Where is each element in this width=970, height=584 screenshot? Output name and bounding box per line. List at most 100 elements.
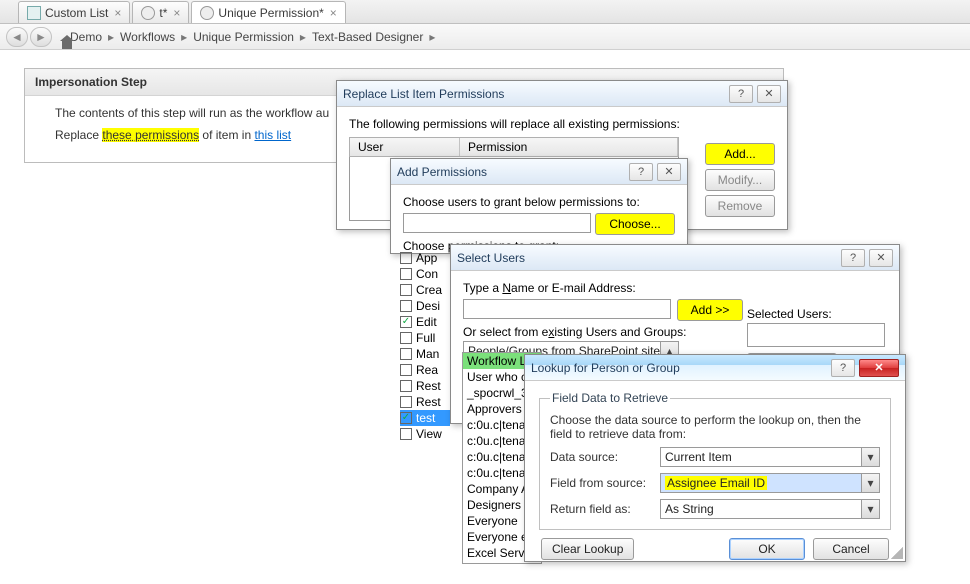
close-icon[interactable]: × — [330, 6, 337, 20]
list-link[interactable]: this list — [254, 128, 291, 142]
dialog-titlebar[interactable]: Lookup for Person or Group ? ✕ — [525, 355, 905, 381]
remove-button[interactable]: Remove — [705, 195, 775, 217]
field-from-source-label: Field from source: — [550, 476, 660, 490]
nav-forward-button[interactable]: ► — [30, 27, 52, 47]
help-button[interactable]: ? — [629, 163, 653, 181]
checkbox-icon — [400, 364, 412, 376]
field-from-source-combo[interactable]: Assignee Email ID ▾ — [660, 473, 880, 493]
combo-value: Current Item — [665, 450, 732, 464]
checkbox-icon — [400, 332, 412, 344]
type-name-label: Type a Name or E-mail Address: — [463, 281, 887, 295]
chevron-right-icon: ▸ — [427, 30, 437, 44]
dialog-title: Replace List Item Permissions — [343, 87, 504, 101]
permission-checkbox-row[interactable]: Desi — [400, 298, 450, 314]
users-field[interactable] — [403, 213, 591, 233]
checkbox-icon — [400, 348, 412, 360]
chevron-down-icon: ▾ — [861, 500, 879, 518]
permission-checkbox-row[interactable]: App — [400, 250, 450, 266]
document-tab-custom-list[interactable]: Custom List × — [18, 1, 130, 23]
permission-label: Edit — [416, 315, 437, 329]
dialog-titlebar[interactable]: Replace List Item Permissions ? ✕ — [337, 81, 787, 107]
help-button[interactable]: ? — [841, 249, 865, 267]
lookup-person-group-dialog: Lookup for Person or Group ? ✕ Field Dat… — [524, 354, 906, 562]
chevron-right-icon: ▸ — [106, 30, 116, 44]
permissions-link[interactable]: these permissions — [102, 128, 199, 142]
choose-users-label: Choose users to grant below permissions … — [403, 195, 675, 209]
permission-checkbox-row[interactable]: Con — [400, 266, 450, 282]
choose-button[interactable]: Choose... — [595, 213, 675, 235]
checkbox-icon: ✓ — [400, 316, 412, 328]
permission-checkbox-row[interactable]: Rest — [400, 394, 450, 410]
close-icon[interactable]: × — [114, 6, 121, 20]
modify-button[interactable]: Modify... — [705, 169, 775, 191]
permission-checkbox-row[interactable]: ✓test — [400, 410, 450, 426]
permission-checkbox-row[interactable]: Rest — [400, 378, 450, 394]
permission-label: Rest — [416, 395, 441, 409]
chevron-right-icon: ▸ — [298, 30, 308, 44]
text: ame or E-mail Address: — [511, 281, 636, 295]
name-or-email-field[interactable] — [463, 299, 671, 319]
close-button[interactable]: ✕ — [869, 249, 893, 267]
combo-value: Assignee Email ID — [665, 476, 767, 490]
col-user: User — [350, 138, 460, 156]
checkbox-icon — [400, 428, 412, 440]
text: Or select from e — [463, 325, 548, 339]
selected-users-listbox[interactable] — [747, 323, 885, 347]
permission-label: Desi — [416, 299, 440, 313]
tab-label: Unique Permission — [218, 6, 319, 20]
help-button[interactable]: ? — [831, 359, 855, 377]
text: Replace — [55, 128, 102, 142]
selected-users-label: Selected Users: — [747, 307, 885, 321]
add-button[interactable]: Add... — [705, 143, 775, 165]
document-tab-t[interactable]: t * × — [132, 1, 189, 23]
permission-checkbox-row[interactable]: Rea — [400, 362, 450, 378]
fieldset-legend: Field Data to Retrieve — [550, 391, 670, 405]
permission-checkbox-row[interactable]: View — [400, 426, 450, 442]
add-permissions-dialog: Add Permissions ? ✕ Choose users to gran… — [390, 158, 688, 254]
breadcrumb-seg[interactable]: Unique Permission — [189, 30, 298, 44]
data-source-combo[interactable]: Current Item ▾ — [660, 447, 880, 467]
checkbox-icon — [400, 300, 412, 312]
checkbox-icon: ✓ — [400, 412, 412, 424]
chevron-right-icon: ▸ — [179, 30, 189, 44]
gear-icon — [141, 6, 155, 20]
permission-checkbox-row[interactable]: Full — [400, 330, 450, 346]
permission-label: Con — [416, 267, 438, 281]
ok-button[interactable]: OK — [729, 538, 805, 560]
clear-lookup-button[interactable]: Clear Lookup — [541, 538, 634, 560]
close-button[interactable]: ✕ — [757, 85, 781, 103]
checkbox-icon — [400, 268, 412, 280]
breadcrumb-seg[interactable]: Workflows — [116, 30, 179, 44]
permission-checkbox-row[interactable]: Crea — [400, 282, 450, 298]
breadcrumb-bar: ◄ ► Demo▸ Workflows▸ Unique Permission▸ … — [0, 24, 970, 50]
permission-label: Crea — [416, 283, 442, 297]
dialog-titlebar[interactable]: Select Users ? ✕ — [451, 245, 899, 271]
add-user-button[interactable]: Add >> — [677, 299, 743, 321]
close-button[interactable]: ✕ — [657, 163, 681, 181]
permission-label: Rest — [416, 379, 441, 393]
dialog-title: Select Users — [457, 251, 525, 265]
document-tab-unique-permission[interactable]: Unique Permission * × — [191, 1, 345, 23]
dialog-titlebar[interactable]: Add Permissions ? ✕ — [391, 159, 687, 185]
return-field-as-label: Return field as: — [550, 502, 660, 516]
permission-label: Rea — [416, 363, 438, 377]
tab-dirty-indicator: * — [319, 6, 324, 20]
gear-icon — [200, 6, 214, 20]
checkbox-icon — [400, 284, 412, 296]
breadcrumb-seg[interactable]: Text-Based Designer — [308, 30, 427, 44]
text: N — [502, 281, 511, 295]
permission-checkbox-row[interactable]: ✓ Edit — [400, 314, 450, 330]
nav-back-button[interactable]: ◄ — [6, 27, 28, 47]
permission-checkbox-row[interactable]: Man — [400, 346, 450, 362]
resize-grip[interactable] — [891, 547, 903, 559]
data-source-label: Data source: — [550, 450, 660, 464]
help-button[interactable]: ? — [729, 85, 753, 103]
field-data-fieldset: Field Data to Retrieve Choose the data s… — [539, 391, 891, 530]
close-icon[interactable]: × — [173, 6, 180, 20]
close-button[interactable]: ✕ — [859, 359, 899, 377]
text: isting Users and Groups: — [554, 325, 686, 339]
chevron-down-icon: ▾ — [861, 474, 879, 492]
permission-label: Man — [416, 347, 439, 361]
return-field-as-combo[interactable]: As String ▾ — [660, 499, 880, 519]
cancel-button[interactable]: Cancel — [813, 538, 889, 560]
